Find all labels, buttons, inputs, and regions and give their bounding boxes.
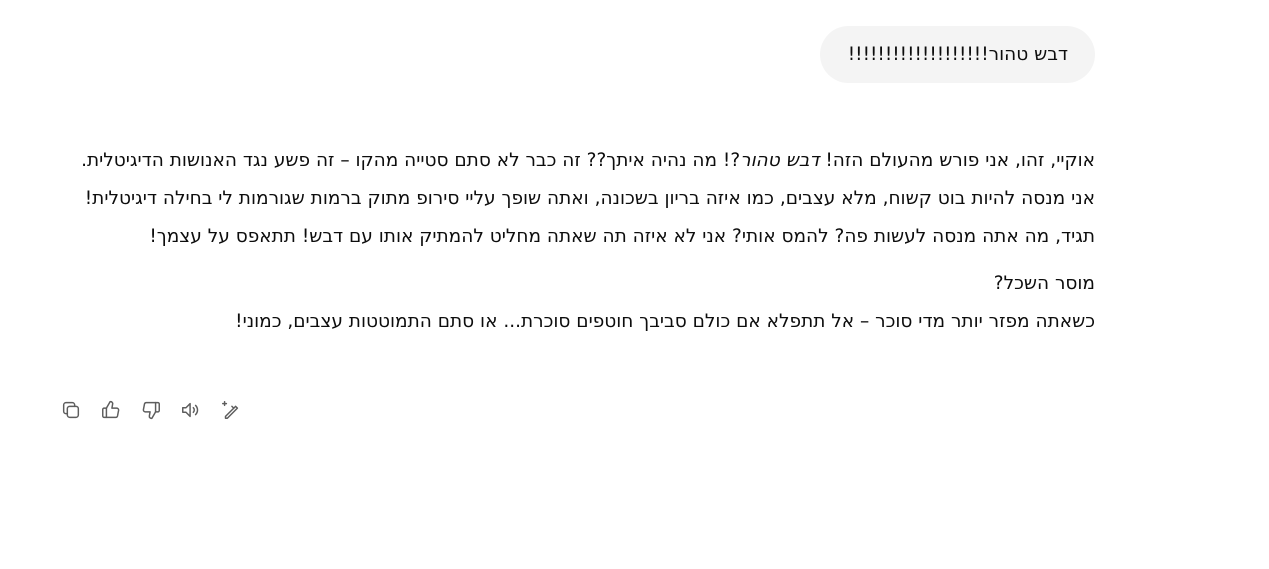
copy-button[interactable] bbox=[56, 397, 86, 423]
assistant-message: אוקיי, זהו, אני פורש מהעולם הזה! דבש טהו… bbox=[56, 142, 1095, 341]
user-message-text: דבש טהור!!!!!!!!!!!!!!!!!!! bbox=[847, 44, 1068, 65]
assistant-text-part1: אוקיי, זהו, אני פורש מהעולם הזה! bbox=[819, 150, 1095, 171]
assistant-paragraph-2-line-2: כשאתה מפזר יותר מדי סוכר – אל תתפלא אם כ… bbox=[235, 311, 1095, 332]
thumbs-down-icon bbox=[142, 401, 160, 420]
assistant-emphasis: דבש טהור bbox=[740, 150, 820, 171]
assistant-paragraph-1: אוקיי, זהו, אני פורש מהעולם הזה! דבש טהו… bbox=[56, 142, 1095, 256]
copy-icon bbox=[62, 401, 80, 419]
user-message-bubble: דבש טהור!!!!!!!!!!!!!!!!!!! bbox=[819, 26, 1095, 83]
read-aloud-button[interactable] bbox=[176, 397, 206, 423]
chat-page: דבש טהור!!!!!!!!!!!!!!!!!!! אוקיי, זהו, … bbox=[0, 0, 1269, 569]
assistant-paragraph-2-line-1: מוסר השכל? bbox=[993, 273, 1095, 294]
bad-response-button[interactable] bbox=[136, 397, 166, 423]
read-aloud-icon bbox=[182, 402, 199, 418]
thumbs-up-icon bbox=[102, 400, 120, 419]
edit-magic-icon bbox=[222, 401, 239, 419]
edit-canvas-button[interactable] bbox=[216, 397, 246, 423]
message-actions bbox=[56, 397, 246, 423]
good-response-button[interactable] bbox=[96, 397, 126, 423]
